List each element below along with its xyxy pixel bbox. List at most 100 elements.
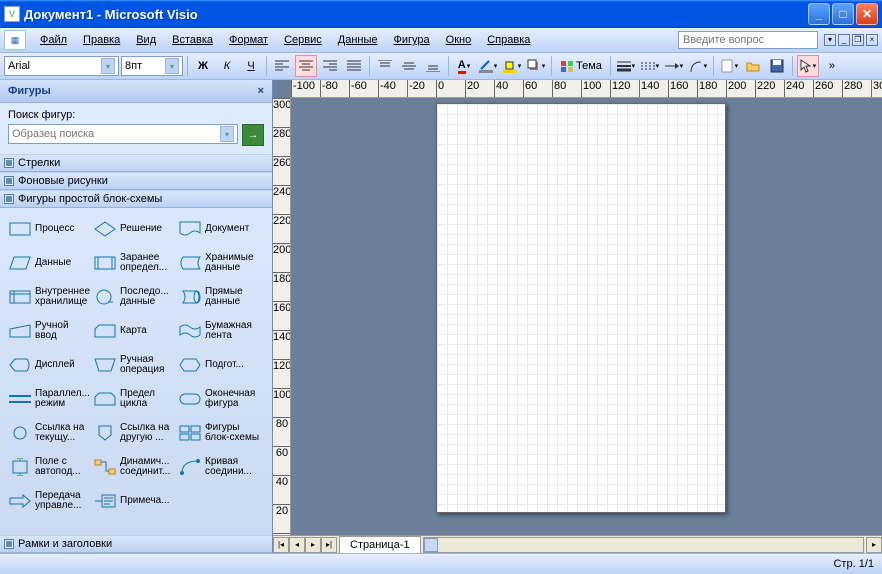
shape-paper-tape[interactable]: Бумажная лента <box>178 321 263 341</box>
font-color-button[interactable]: A▾ <box>453 55 475 77</box>
new-button[interactable]: ▾ <box>718 55 740 77</box>
category-backgrounds[interactable]: ▦Фоновые рисунки <box>0 172 272 190</box>
line-color-button[interactable]: ▾ <box>477 55 499 77</box>
shapes-list: Процесс Решение Документ Данные Заранее … <box>0 208 272 535</box>
doc-restore[interactable]: ❐ <box>852 34 864 46</box>
menu-shape[interactable]: Фигура <box>386 31 438 49</box>
pointer-tool-button[interactable]: ▾ <box>797 55 819 77</box>
corner-rounding-button[interactable]: ▾ <box>687 55 709 77</box>
search-shapes-input[interactable]: Образец поиска▾ <box>8 124 238 144</box>
shape-offpage-reference[interactable]: Ссылка на другую ... <box>93 423 178 443</box>
shape-document[interactable]: Документ <box>178 220 263 238</box>
menu-help[interactable]: Справка <box>479 31 538 49</box>
drawing-area[interactable] <box>291 98 882 535</box>
titlebar: V Документ1 - Microsoft Visio _ □ ✕ <box>0 0 882 28</box>
doc-close[interactable]: × <box>866 34 878 46</box>
shape-parallel-mode[interactable]: Параллел... режим <box>8 389 93 409</box>
menu-file[interactable]: Файл <box>32 31 75 49</box>
shape-sequential-data[interactable]: Последо... данные <box>93 287 178 307</box>
shape-preparation[interactable]: Подгот... <box>178 356 263 374</box>
page-indicator: Стр. 1/1 <box>833 558 874 570</box>
menu-view[interactable]: Вид <box>128 31 164 49</box>
menu-tools[interactable]: Сервис <box>276 31 330 49</box>
shape-terminator[interactable]: Оконечная фигура <box>178 389 263 409</box>
valign-bottom-button[interactable] <box>422 55 444 77</box>
valign-top-button[interactable] <box>374 55 396 77</box>
theme-button[interactable]: Тема <box>556 55 606 77</box>
open-button[interactable] <box>742 55 764 77</box>
search-shapes-go[interactable]: → <box>242 124 264 146</box>
page-tab-1[interactable]: Страница-1 <box>339 536 421 553</box>
shape-manual-input[interactable]: Ручной ввод <box>8 321 93 341</box>
shape-direct-data[interactable]: Прямые данные <box>178 287 263 307</box>
shape-data[interactable]: Данные <box>8 254 93 272</box>
shape-process[interactable]: Процесс <box>8 220 93 238</box>
ruler-horizontal[interactable]: -100-80-60-40-20020406080100120140160180… <box>291 80 882 98</box>
bold-button[interactable]: Ж <box>192 55 214 77</box>
shape-annotation[interactable]: Примеча... <box>93 492 178 510</box>
scroll-right[interactable]: ▸ <box>866 537 882 553</box>
shape-card[interactable]: Карта <box>93 322 178 340</box>
menu-edit[interactable]: Правка <box>75 31 128 49</box>
ruler-vertical[interactable]: 3002802602402202001801601401201008060402… <box>273 98 291 535</box>
shape-predefined[interactable]: Заранее определ... <box>93 253 178 273</box>
valign-middle-button[interactable] <box>398 55 420 77</box>
minimize-button[interactable]: _ <box>808 3 830 25</box>
category-borders-titles[interactable]: ▦Рамки и заголовки <box>0 535 272 553</box>
ask-question-input[interactable] <box>678 31 818 49</box>
align-right-button[interactable] <box>319 55 341 77</box>
shape-manual-operation[interactable]: Ручная операция <box>93 355 178 375</box>
shape-decision[interactable]: Решение <box>93 220 178 238</box>
page-tab-bar: |◂ ◂ ▸ ▸| Страница-1 ▸ <box>273 535 882 553</box>
app-icon: V <box>4 6 20 22</box>
line-weight-button[interactable]: ▾ <box>615 55 637 77</box>
shapes-pane-title: Фигуры × <box>0 80 272 103</box>
tab-nav-last[interactable]: ▸| <box>321 537 337 553</box>
underline-button[interactable]: Ч <box>240 55 262 77</box>
tab-nav-next[interactable]: ▸ <box>305 537 321 553</box>
menu-format[interactable]: Формат <box>221 31 276 49</box>
font-combo[interactable]: Arial▾ <box>4 56 119 76</box>
shape-control-transfer[interactable]: Передача управле... <box>8 491 93 511</box>
menubar: ▦ Файл Правка Вид Вставка Формат Сервис … <box>0 28 882 53</box>
close-button[interactable]: ✕ <box>856 3 878 25</box>
shape-flowchart-shapes[interactable]: Фигуры блок-схемы <box>178 423 263 443</box>
shape-display[interactable]: Дисплей <box>8 356 93 374</box>
menu-dropdown[interactable]: ▾ <box>824 34 836 46</box>
align-center-button[interactable] <box>295 55 317 77</box>
format-toolbar: Arial▾ 8пт▾ Ж К Ч A▾ ▾ ▾ ▾ Тема ▾ ▾ ▾ ▾ … <box>0 53 882 80</box>
line-pattern-button[interactable]: ▾ <box>639 55 661 77</box>
line-ends-button[interactable]: ▾ <box>663 55 685 77</box>
horizontal-scrollbar[interactable] <box>423 537 864 553</box>
maximize-button[interactable]: □ <box>832 3 854 25</box>
shapes-pane: Фигуры × Поиск фигур: Образец поиска▾ → … <box>0 80 273 553</box>
align-left-button[interactable] <box>271 55 293 77</box>
shape-curve-connector[interactable]: Кривая соедини... <box>178 457 263 477</box>
menu-insert[interactable]: Вставка <box>164 31 221 49</box>
more-tools-button[interactable]: » <box>821 55 843 77</box>
page[interactable] <box>436 103 726 513</box>
shape-loop-limit[interactable]: Предел цикла <box>93 389 178 409</box>
menu-data[interactable]: Данные <box>330 31 386 49</box>
font-size-combo[interactable]: 8пт▾ <box>121 56 183 76</box>
align-justify-button[interactable] <box>343 55 365 77</box>
tab-nav-first[interactable]: |◂ <box>273 537 289 553</box>
shape-dynamic-connector[interactable]: Динамич... соединит... <box>93 457 178 477</box>
category-basic-flowchart[interactable]: ▦Фигуры простой блок-схемы <box>0 190 272 208</box>
shape-internal-storage[interactable]: Внутреннее хранилище <box>8 287 93 307</box>
drawing-canvas: -100-80-60-40-20020406080100120140160180… <box>273 80 882 553</box>
shapes-pane-close[interactable]: × <box>258 85 264 97</box>
shape-stored-data[interactable]: Хранимые данные <box>178 253 263 273</box>
category-arrows[interactable]: ▦Стрелки <box>0 154 272 172</box>
status-bar: Стр. 1/1 <box>0 553 882 574</box>
document-icon[interactable]: ▦ <box>4 30 26 50</box>
shadow-button[interactable]: ▾ <box>525 55 547 77</box>
save-button[interactable] <box>766 55 788 77</box>
shape-auto-height-box[interactable]: Поле с автопод... <box>8 457 93 477</box>
doc-minimize[interactable]: _ <box>838 34 850 46</box>
fill-color-button[interactable]: ▾ <box>501 55 523 77</box>
shape-onpage-reference[interactable]: Ссылка на текущу... <box>8 423 93 443</box>
italic-button[interactable]: К <box>216 55 238 77</box>
tab-nav-prev[interactable]: ◂ <box>289 537 305 553</box>
menu-window[interactable]: Окно <box>438 31 480 49</box>
